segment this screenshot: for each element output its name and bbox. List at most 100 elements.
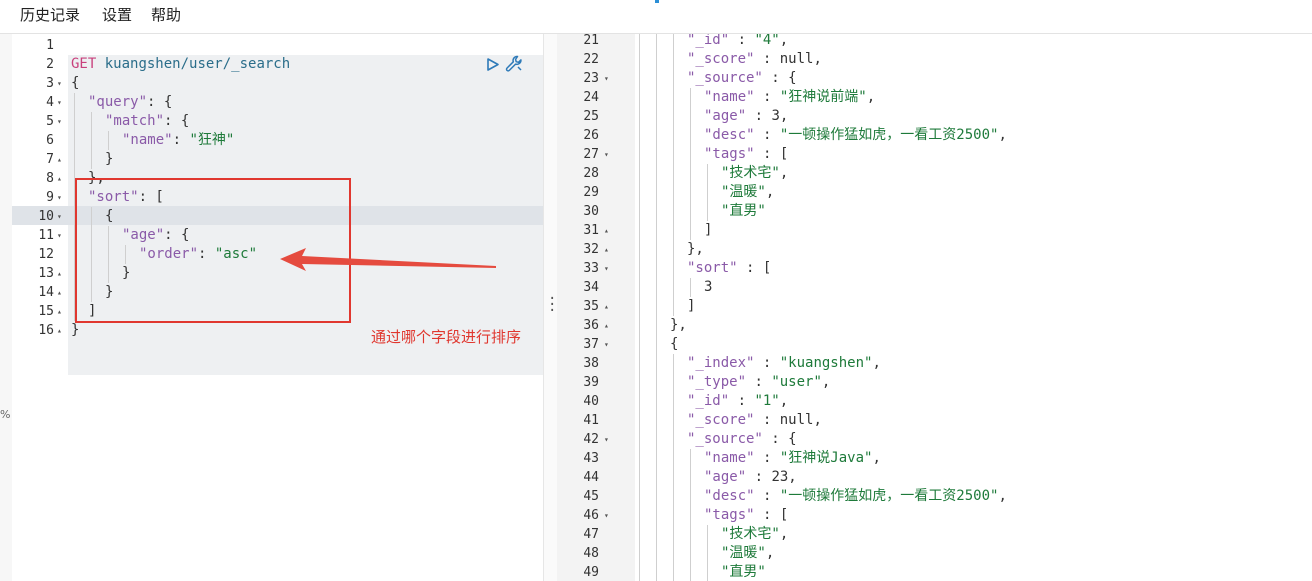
fold-close-icon[interactable]: ▴ [57,150,62,169]
indent-guide [656,34,657,50]
response-line-number: 23 [583,71,599,86]
indent-guide [673,411,674,430]
code-token: "_id" [687,34,730,48]
editor-line-number: 16 [38,323,54,338]
editor-line-number: 4 [46,95,54,110]
editor-line-number: 1 [46,38,54,53]
indent-guide [656,145,657,164]
run-icon[interactable] [485,55,501,74]
response-line-number: 24 [583,90,599,105]
response-code: { [670,335,678,354]
fold-close-icon[interactable]: ▴ [604,240,609,259]
code-token: "sort" [687,260,738,276]
indent-guide [656,297,657,316]
response-code: 3 [704,278,712,297]
fold-close-icon[interactable]: ▴ [57,321,62,340]
menu-help[interactable]: 帮助 [151,5,181,25]
response-line: 22 "_score" : null, [557,50,1312,69]
fold-close-icon[interactable]: ▴ [604,221,609,240]
fold-close-icon[interactable]: ▴ [604,297,609,316]
indent-guide [673,544,674,563]
response-code: "_id" : "1", [687,392,788,411]
code-token: , [765,545,775,561]
code-token: }, [687,241,704,257]
fold-open-icon[interactable]: ▾ [57,207,62,226]
indent-guide [673,259,674,278]
editor-line: 4 ▾ "query": { [12,93,543,112]
editor-line-number: 5 [46,114,54,129]
editor-code: "query": { [88,93,172,112]
response-line: 39 "_type" : "user", [557,373,1312,392]
response-line: 36 ▴}, [557,316,1312,335]
indent-guide [673,34,674,50]
indent-guide [639,468,640,487]
drag-handle-icon[interactable]: · · · [548,292,556,318]
fold-open-icon[interactable]: ▾ [57,226,62,245]
indent-guide [656,525,657,544]
response-line: 44 "age" : 23, [557,468,1312,487]
code-token: , [872,450,881,466]
response-code: "_id" : "4", [687,34,788,50]
code-token: "_index" [687,355,755,371]
editor-line: 7 ▴} [12,150,543,169]
indent-guide [673,487,674,506]
code-token: "4" [754,34,780,48]
code-token: , [779,165,789,181]
code-token: GET [71,56,97,72]
fold-open-icon[interactable]: ▾ [604,430,609,449]
indent-guide [673,468,674,487]
indent-guide [673,126,674,145]
editor-line-number: 9 [46,190,54,205]
indent-guide [656,468,657,487]
fold-close-icon[interactable]: ▴ [604,316,609,335]
response-line: 38 "_index" : "kuangshen", [557,354,1312,373]
fold-close-icon[interactable]: ▴ [57,169,62,188]
fold-open-icon[interactable]: ▾ [604,259,609,278]
indent-guide [639,259,640,278]
indent-guide [707,202,708,221]
code-token: : null, [754,51,822,67]
code-token: : 23, [746,469,797,485]
editor-line: 6 "name": "狂神" [12,131,543,150]
fold-open-icon[interactable]: ▾ [604,69,609,88]
fold-close-icon[interactable]: ▴ [57,302,62,321]
code-token: "直男" [721,564,766,580]
fold-close-icon[interactable]: ▴ [57,283,62,302]
code-token: : [ [754,507,789,523]
response-line-number: 27 [583,147,599,162]
menu-history[interactable]: 历史记录 [20,5,80,25]
indent-guide [74,131,75,150]
fold-close-icon[interactable]: ▴ [57,264,62,283]
indent-guide [639,145,640,164]
fold-open-icon[interactable]: ▾ [57,188,62,207]
code-token: , [779,526,789,542]
fold-open-icon[interactable]: ▾ [57,112,62,131]
code-token: : [754,488,780,504]
wrench-icon[interactable] [504,54,524,74]
response-code: "desc" : "一顿操作猛如虎，一看工资2500", [704,126,1007,145]
code-token: "_source" [687,431,763,447]
fold-open-icon[interactable]: ▾ [57,74,62,93]
response-code: "温暖", [721,183,774,202]
indent-guide [690,525,691,544]
indent-guide [639,221,640,240]
fold-open-icon[interactable]: ▾ [604,145,609,164]
indent-guide [673,221,674,240]
code-token: kuangshen/user/_search [96,56,291,72]
fold-open-icon[interactable]: ▾ [604,506,609,525]
response-line: 28 "技术宅", [557,164,1312,183]
code-token: : { [762,70,797,86]
indent-guide [673,240,674,259]
indent-guide [690,221,691,240]
fold-open-icon[interactable]: ▾ [57,93,62,112]
indent-guide [690,449,691,468]
pane-splitter[interactable]: · · · [543,34,557,581]
menu-settings[interactable]: 设置 [102,5,132,25]
response-line-number: 29 [583,185,599,200]
fold-open-icon[interactable]: ▾ [604,335,609,354]
indent-guide [656,449,657,468]
indent-guide [656,392,657,411]
response-viewer[interactable]: 21 "_id" : "4", 22 "_score" : null, 23 ▾ "_sou… [557,34,1312,581]
response-line: 40 "_id" : "1", [557,392,1312,411]
indent-guide [690,202,691,221]
